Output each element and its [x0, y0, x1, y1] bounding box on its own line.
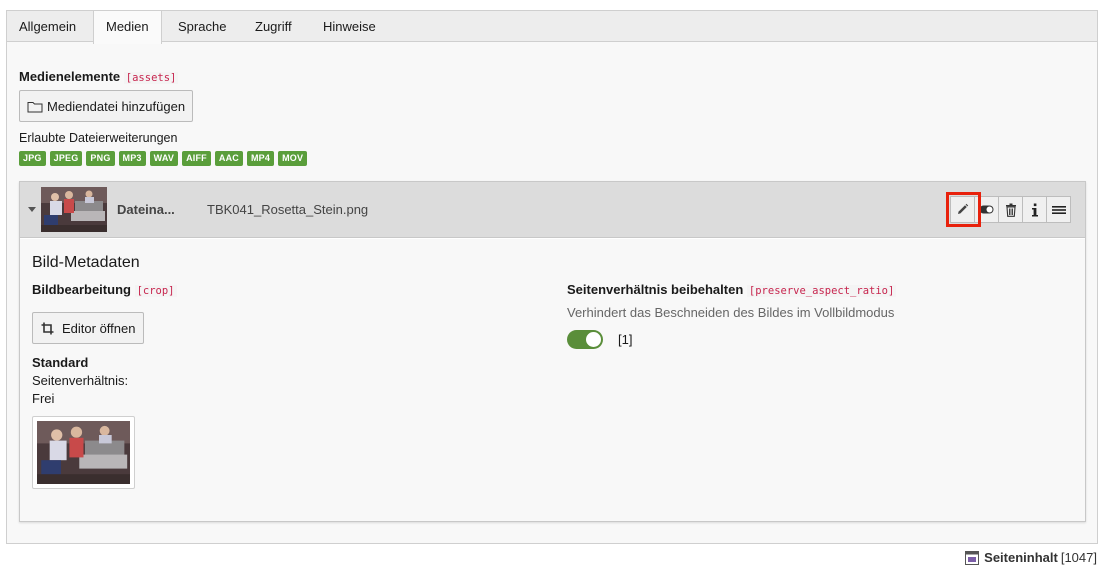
open-editor-button[interactable]: Editor öffnen [32, 312, 145, 344]
add-media-button[interactable]: Mediendatei hinzufügen [19, 90, 194, 122]
tab-sprache[interactable]: Sprache [166, 11, 238, 43]
file-reference-body: Bild-Metadaten Bildbearbeitung [crop] Ed… [20, 239, 1085, 521]
tab-medien[interactable]: Medien [93, 11, 162, 44]
edit-button[interactable] [950, 196, 975, 223]
assets-field-name: [assets] [123, 72, 179, 84]
aspect-ratio-label: Seitenverhältnis: [32, 373, 129, 388]
info-icon [1031, 203, 1038, 216]
crop-variant-title: Standard [32, 355, 89, 370]
record-type-label: Seiteninhalt [984, 550, 1058, 565]
record-footer: Seiteninhalt [1047] [965, 550, 1097, 565]
toggle-icon [979, 205, 994, 214]
preserve-aspect-field-name: [preserve_aspect_ratio] [746, 285, 897, 297]
aspect-ratio-value: Frei [32, 391, 55, 406]
extension-badge: JPG [19, 151, 46, 166]
extension-badge: WAV [149, 151, 179, 166]
trash-icon [1005, 203, 1016, 217]
info-button[interactable] [1022, 196, 1047, 223]
crop-preview-thumbnail [32, 416, 135, 489]
add-media-label: Mediendatei hinzufügen [47, 98, 186, 114]
file-reference-card: Dateina... TBK041_Rosetta_Stein.png Bild… [19, 181, 1086, 522]
crop-title-label: Bildbearbeitung [32, 282, 131, 297]
toggle-visibility-button[interactable] [974, 196, 999, 223]
tab-zugriff[interactable]: Zugriff [243, 11, 304, 43]
allowed-extensions-label: Erlaubte Dateierweiterungen [19, 131, 178, 145]
file-reference-header[interactable]: Dateina... TBK041_Rosetta_Stein.png [20, 182, 1085, 238]
extension-badges: JPG JPEG PNG MP3 WAV AIFF AAC MP4 MOV [19, 151, 308, 166]
preserve-aspect-title: Seitenverhältnis beibehalten [preserve_a… [567, 282, 897, 297]
preserve-aspect-title-label: Seitenverhältnis beibehalten [567, 282, 744, 297]
content-editor-frame: Allgemein Medien Sprache Zugriff Hinweis… [6, 10, 1098, 544]
metadata-title: Bild-Metadaten [32, 254, 140, 271]
file-controls [950, 196, 1071, 223]
open-editor-label: Editor öffnen [62, 320, 136, 336]
extension-badge: AIFF [182, 151, 211, 166]
extension-badge: MP4 [246, 151, 275, 166]
page-content-icon [965, 550, 980, 565]
toggle-knob [586, 332, 601, 347]
crop-icon [41, 322, 54, 334]
folder-icon [27, 101, 43, 112]
preserve-aspect-description: Verhindert das Beschneiden des Bildes im… [567, 305, 895, 320]
extension-badge: MP3 [118, 151, 146, 166]
tab-bar: Allgemein Medien Sprache Zugriff Hinweis… [6, 10, 1098, 44]
assets-title: Medienelemente [assets] [19, 69, 179, 84]
extension-badge: AAC [214, 151, 243, 166]
tab-allgemein[interactable]: Allgemein [7, 11, 88, 43]
drag-handle-button[interactable] [1046, 196, 1071, 223]
collapse-caret-icon[interactable] [28, 207, 36, 212]
preserve-aspect-toggle-label: [1] [618, 332, 633, 347]
media-panel: Medienelemente [assets] Mediendatei hinz… [6, 41, 1098, 544]
pencil-icon [958, 203, 969, 214]
filename-label: Dateina... [117, 202, 175, 217]
extension-badge: MOV [278, 151, 308, 166]
menu-icon [1051, 205, 1066, 214]
assets-title-label: Medienelemente [19, 69, 121, 84]
crop-title: Bildbearbeitung [crop] [32, 282, 177, 297]
record-id: [1047] [1060, 550, 1097, 565]
delete-button[interactable] [998, 196, 1023, 223]
extension-badge: PNG [86, 151, 115, 166]
tab-hinweise[interactable]: Hinweise [311, 11, 388, 43]
filename-value: TBK041_Rosetta_Stein.png [207, 202, 369, 217]
extension-badge: JPEG [49, 151, 83, 166]
file-thumbnail-small [41, 187, 107, 232]
preserve-aspect-toggle[interactable] [567, 330, 603, 349]
crop-field-name: [crop] [134, 285, 177, 297]
